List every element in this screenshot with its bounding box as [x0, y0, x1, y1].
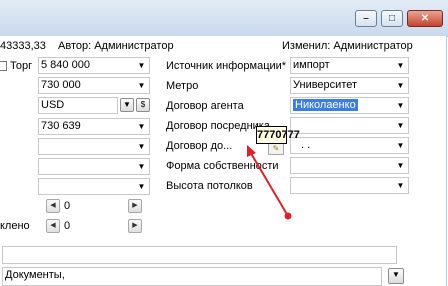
annotation-arrow	[247, 145, 292, 220]
chevron-down-icon: ▼	[392, 270, 400, 279]
arrow-dot	[284, 212, 292, 220]
documents-dropdown-button[interactable]: ▼	[388, 268, 404, 284]
arrow-line	[248, 149, 289, 217]
documents-label: Документы,	[5, 269, 65, 281]
bottom-text-field[interactable]	[2, 246, 397, 264]
documents-field[interactable]: Документы,	[2, 267, 382, 286]
